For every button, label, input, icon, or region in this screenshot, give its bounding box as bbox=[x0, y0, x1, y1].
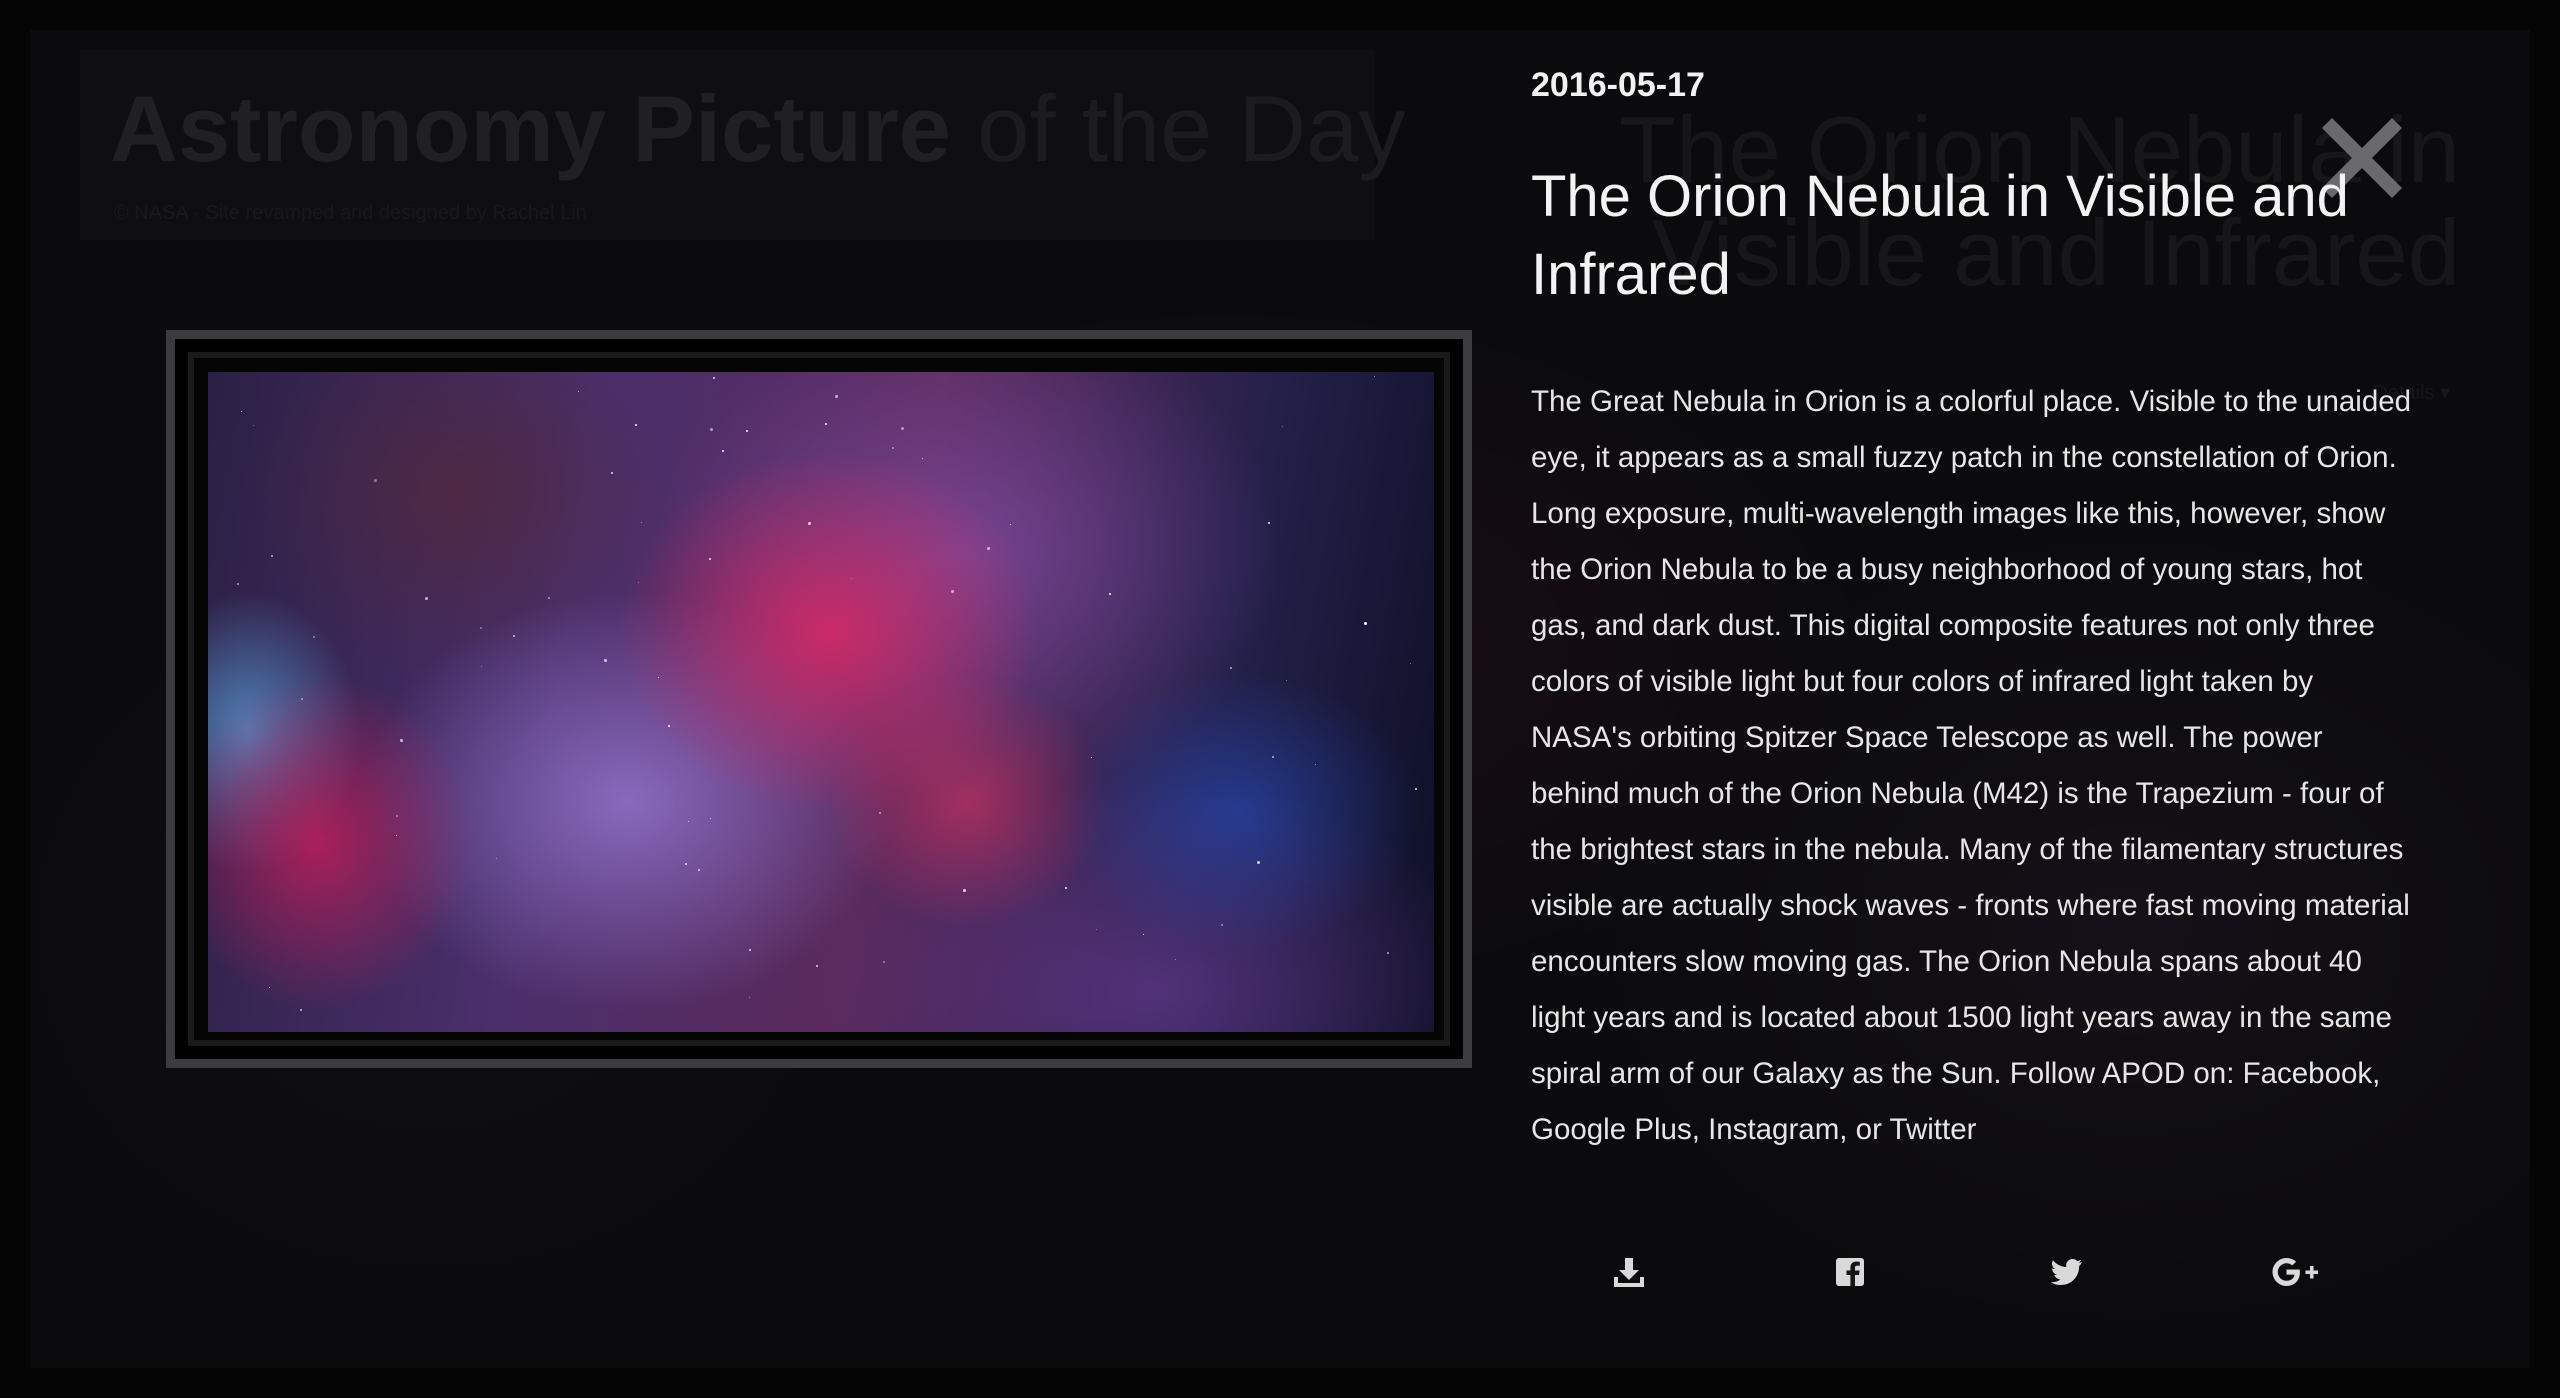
nebula-star bbox=[749, 949, 751, 951]
share-actions bbox=[1531, 1252, 2391, 1292]
nebula-star bbox=[374, 479, 377, 482]
apod-explanation: The Great Nebula in Orion is a colorful … bbox=[1531, 385, 2412, 1146]
download-button[interactable] bbox=[1609, 1252, 1649, 1292]
nebula-star bbox=[987, 547, 990, 550]
nebula-star bbox=[951, 590, 954, 593]
nebula-star bbox=[638, 582, 639, 583]
nebula-star bbox=[1364, 622, 1367, 625]
nebula-star bbox=[1091, 757, 1092, 758]
nebula-star bbox=[611, 472, 613, 474]
google-plus-icon bbox=[2272, 1258, 2318, 1286]
image-frame bbox=[166, 330, 1472, 1068]
nebula-star bbox=[496, 858, 497, 859]
nebula-star bbox=[825, 423, 827, 425]
nebula-star bbox=[300, 1009, 302, 1011]
nebula-star bbox=[396, 835, 397, 836]
apod-date: 2016-05-17 bbox=[1531, 66, 1705, 104]
nebula-star bbox=[901, 427, 904, 430]
nebula-star bbox=[604, 659, 607, 662]
nebula-star bbox=[722, 450, 724, 452]
nebula-star bbox=[1268, 522, 1270, 524]
google-plus-share-button[interactable] bbox=[2272, 1252, 2318, 1292]
apod-title: The Orion Nebula in Visible and Infrared bbox=[1531, 164, 2349, 307]
nebula-star bbox=[1415, 788, 1417, 790]
nebula-star bbox=[1143, 934, 1144, 935]
nebula-star bbox=[658, 677, 659, 678]
nebula-star bbox=[749, 997, 750, 998]
facebook-share-button[interactable] bbox=[1830, 1252, 1870, 1292]
nebula-star bbox=[301, 698, 303, 700]
nebula-star bbox=[746, 430, 748, 432]
nebula-star bbox=[513, 635, 515, 637]
nebula-star bbox=[1065, 887, 1067, 889]
facebook-icon bbox=[1836, 1258, 1864, 1287]
nebula-star bbox=[635, 424, 637, 426]
image-matte bbox=[188, 352, 1450, 1046]
nebula-star bbox=[578, 391, 579, 392]
nebula-star bbox=[922, 458, 923, 459]
nebula-star bbox=[685, 863, 687, 865]
nebula-star bbox=[548, 597, 550, 599]
nebula-star bbox=[816, 965, 818, 967]
download-icon bbox=[1614, 1258, 1644, 1287]
nebula-star bbox=[313, 636, 315, 638]
twitter-icon bbox=[2051, 1259, 2082, 1285]
nebula-star bbox=[668, 725, 670, 727]
nebula-star bbox=[396, 815, 398, 817]
nebula-star bbox=[1096, 929, 1097, 930]
nebula-star bbox=[1315, 764, 1316, 765]
nebula-star bbox=[1257, 861, 1260, 864]
nebula-star bbox=[641, 522, 642, 523]
nebula-star bbox=[879, 812, 881, 814]
nebula-star bbox=[1230, 667, 1232, 669]
modal-overlay: 2016-05-17 The Orion Nebula in Visible a… bbox=[0, 0, 2560, 1398]
nebula-star bbox=[1109, 593, 1111, 595]
nebula-star bbox=[883, 961, 885, 963]
nebula-star bbox=[808, 522, 811, 525]
nebula-star bbox=[481, 666, 482, 667]
nebula-star bbox=[253, 425, 254, 426]
twitter-share-button[interactable] bbox=[2047, 1252, 2087, 1292]
nebula-star bbox=[835, 395, 838, 398]
nebula-star bbox=[269, 987, 270, 988]
nebula-star bbox=[425, 597, 428, 600]
nebula-star bbox=[710, 428, 713, 431]
nebula-star bbox=[1272, 756, 1274, 758]
nebula-star bbox=[713, 377, 715, 379]
nebula-star bbox=[1221, 924, 1223, 926]
nebula-star bbox=[1387, 952, 1389, 954]
nebula-star bbox=[851, 578, 852, 579]
nebula-star bbox=[271, 555, 273, 557]
nebula-star bbox=[710, 818, 711, 819]
nebula-star bbox=[892, 447, 894, 449]
nebula-star bbox=[1010, 524, 1011, 525]
nebula-star bbox=[1410, 663, 1411, 664]
nebula-star bbox=[963, 889, 966, 892]
nebula-star bbox=[1282, 426, 1283, 427]
nebula-star bbox=[241, 411, 242, 412]
nebula-star bbox=[1286, 680, 1287, 681]
nebula-star bbox=[1374, 376, 1375, 377]
nebula-star bbox=[480, 627, 482, 629]
nebula-star bbox=[237, 583, 239, 585]
nebula-star bbox=[400, 739, 403, 742]
nebula-star bbox=[698, 869, 700, 871]
nebula-star bbox=[688, 821, 689, 822]
nebula-star bbox=[709, 558, 711, 560]
apod-image[interactable] bbox=[208, 372, 1434, 1032]
nebula-star bbox=[1175, 959, 1176, 960]
